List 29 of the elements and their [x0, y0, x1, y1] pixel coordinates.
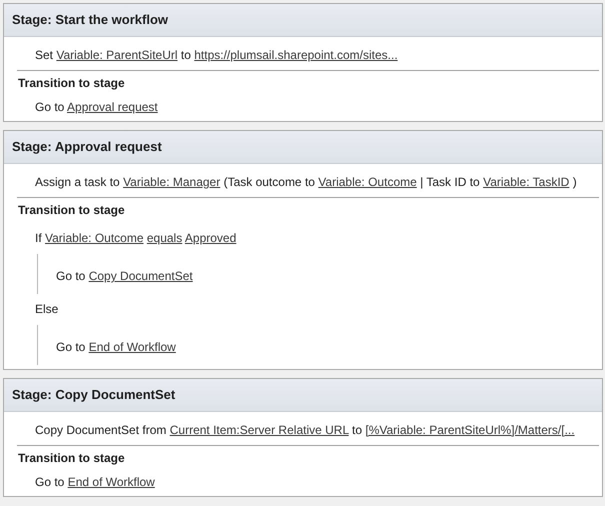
stage-link[interactable]: Approval request [67, 100, 158, 114]
action-text: Assign a task to Variable: Manager (Task outcome to Variable: Outcome | Task ID to Variable: TaskID ) [34, 174, 578, 191]
value-link[interactable]: [%Variable: ParentSiteUrl%]/Matters/[... [365, 423, 575, 437]
stage-link[interactable]: Copy DocumentSet [88, 269, 193, 283]
condition-link[interactable]: equals [146, 231, 182, 245]
step-text: Go to End of Workflow [34, 474, 156, 491]
value-link[interactable]: Variable: Manager [123, 175, 220, 189]
value-link[interactable]: Variable: Outcome [318, 175, 417, 189]
condition-text: Else [34, 301, 60, 318]
stage-link[interactable]: End of Workflow [88, 340, 176, 354]
step-text: Go to Copy DocumentSet [55, 268, 194, 285]
step-text: Go to Approval request [34, 99, 159, 116]
condition-text: If Variable: Outcome equals Approved [34, 230, 238, 247]
transition-heading: Transition to stage [17, 450, 126, 467]
condition-link[interactable]: Variable: Outcome [45, 231, 144, 245]
value-link[interactable]: https://plumsail.sharepoint.com/sites... [194, 48, 398, 62]
value-link[interactable]: Variable: ParentSiteUrl [56, 48, 178, 62]
transition-heading: Transition to stage [17, 75, 126, 92]
stage-header: Stage: Approval request [4, 131, 602, 164]
stage-header: Stage: Start the workflow [4, 4, 602, 37]
stage-header: Stage: Copy DocumentSet [4, 379, 602, 412]
condition-link[interactable]: Approved [184, 231, 236, 245]
value-link[interactable]: Variable: TaskID [483, 175, 570, 189]
action-text: Copy DocumentSet from Current Item:Server Relative URL to [%Variable: ParentSiteUrl%]/Matters/[... [34, 422, 576, 439]
action-text: Set Variable: ParentSiteUrl to https://plumsail.sharepoint.com/sites... [34, 47, 399, 64]
step-text: Go to End of Workflow [55, 339, 177, 356]
stage-link[interactable]: End of Workflow [68, 475, 155, 489]
transition-heading: Transition to stage [17, 202, 126, 219]
value-link[interactable]: Current Item:Server Relative URL [170, 423, 349, 437]
